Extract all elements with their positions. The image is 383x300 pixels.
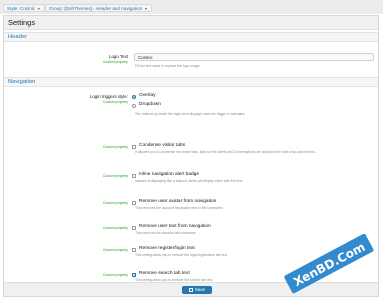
custom-property-tag: Custom property — [102, 226, 128, 230]
top-filter-bar: Style: Cosmic ▼ Group: [DohThemes] - Head… — [0, 0, 383, 14]
custom-property-tag: Custom property — [102, 273, 128, 277]
group-selector[interactable]: Group: [DohThemes] - Header and navigati… — [45, 4, 152, 12]
option-description: This removes the account tab username. — [135, 231, 197, 235]
option-description: If allowed you to condense the visitor t… — [135, 150, 316, 154]
settings-panel: Settings Header Logo Text Custom propert… — [3, 15, 379, 297]
save-button[interactable]: Save — [182, 286, 212, 294]
option-description: This setting allow you to remove the log… — [135, 253, 228, 257]
page-title: Settings — [8, 18, 36, 27]
option-checkbox[interactable] — [132, 145, 136, 149]
login-trigger-description: The method by which the login form displ… — [135, 112, 246, 116]
page-title-bar: Settings — [4, 16, 378, 30]
option-checkbox[interactable] — [132, 248, 136, 252]
custom-property-tag: Custom property — [102, 145, 128, 149]
chevron-down-icon: ▼ — [144, 7, 148, 11]
dropdown-radio-label: Dropdown — [139, 102, 161, 107]
option-checkbox[interactable] — [132, 272, 137, 277]
chevron-down-icon: ▼ — [37, 7, 41, 11]
custom-property-tag: Custom property — [102, 174, 128, 178]
custom-property-tag: Custom property — [102, 201, 128, 205]
logo-text-description: Fill the text value to replace the logo … — [135, 64, 201, 68]
custom-property-tag: Custom property — [102, 100, 128, 104]
logo-text-label: Logo Text — [109, 54, 128, 59]
custom-property-tag: Custom property — [102, 248, 128, 252]
option-label: Condense visitor tabs — [139, 143, 186, 148]
dropdown-radio[interactable] — [132, 104, 136, 108]
navigation-section-title: Navigation — [4, 77, 378, 87]
overlay-radio-label: Overlay — [139, 93, 156, 98]
save-icon — [188, 287, 193, 292]
style-selector[interactable]: Style: Cosmic ▼ — [3, 4, 45, 12]
custom-property-tag: Custom property — [102, 60, 128, 64]
header-section-title: Header — [4, 32, 378, 42]
option-label: Inline navigation alert badge — [139, 172, 200, 177]
option-checkbox[interactable] — [132, 226, 136, 230]
logo-text-input[interactable]: Cosmic — [134, 53, 374, 61]
option-label: Remove user avatar from navigation — [139, 199, 217, 204]
form-footer: Save — [4, 282, 378, 296]
option-checkbox[interactable] — [132, 201, 136, 205]
option-label: Remove search tab text — [139, 271, 190, 276]
login-trigger-label: Login triggers style: — [89, 94, 128, 99]
overlay-radio[interactable] — [132, 95, 136, 99]
option-label: Remove user text from navigation — [139, 224, 211, 229]
option-checkbox[interactable] — [132, 174, 136, 178]
option-description: This removes the account tab avatar next… — [135, 206, 224, 210]
option-description: Instead of displaying like a balloon, al… — [135, 179, 243, 183]
option-label: Remove register/login text — [139, 246, 195, 251]
